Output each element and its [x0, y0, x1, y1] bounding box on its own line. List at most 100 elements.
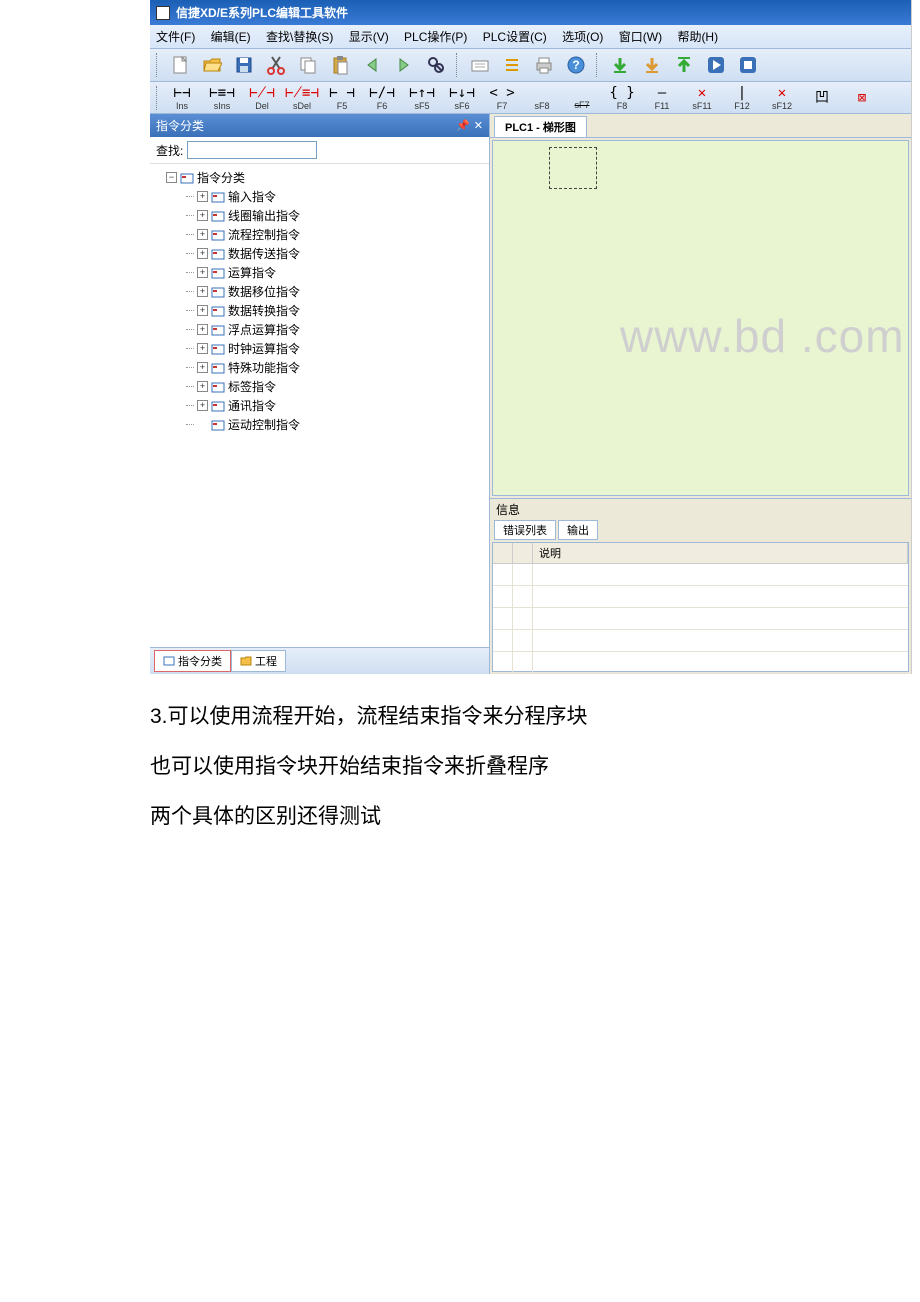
menu-help[interactable]: 帮助(H) — [677, 30, 718, 44]
run-button[interactable] — [704, 53, 728, 77]
upload-button[interactable] — [672, 53, 696, 77]
expander-icon[interactable]: + — [197, 324, 208, 335]
panel-title: 指令分类 — [156, 117, 204, 134]
tab-output[interactable]: 输出 — [558, 520, 598, 540]
ladder-tool-label: Ins — [176, 101, 188, 111]
tree-item-label: 通讯指令 — [228, 397, 276, 414]
expander-icon[interactable]: + — [197, 305, 208, 316]
ladder-tool-F7[interactable]: < >F7 — [484, 85, 520, 111]
new-button[interactable] — [168, 53, 192, 77]
ladder-tool-F8[interactable]: { }F8 — [604, 85, 640, 111]
menu-plcset[interactable]: PLC设置(C) — [483, 30, 547, 44]
search-row: 查找: — [150, 137, 489, 164]
tree-item[interactable]: + 数据移位指令 — [186, 282, 483, 301]
tree-item[interactable]: +时钟运算指令 — [186, 339, 483, 358]
keyboard-button[interactable] — [468, 53, 492, 77]
print-button[interactable] — [532, 53, 556, 77]
expander-icon[interactable]: + — [197, 381, 208, 392]
ladder-tool-sIns[interactable]: ⊢≡⊣sIns — [204, 85, 240, 111]
search-input[interactable] — [187, 141, 317, 159]
menu-option[interactable]: 选项(O) — [562, 30, 603, 44]
cut-button[interactable] — [264, 53, 288, 77]
ladder-tool-sF5[interactable]: ⊢↑⊣sF5 — [404, 85, 440, 111]
ladder-glyph-icon: ⊢ ⊣ — [329, 85, 354, 101]
toolbar-grip — [156, 53, 160, 77]
expander-icon[interactable]: + — [197, 191, 208, 202]
ladder-tool-sDel[interactable]: ⊬≡⊣sDel — [284, 85, 320, 111]
back-button[interactable] — [360, 53, 384, 77]
tree-item[interactable]: +特殊功能指令 — [186, 358, 483, 377]
tree-item[interactable]: +数据转换指令 — [186, 301, 483, 320]
tree-item[interactable]: +流程控制指令 — [186, 225, 483, 244]
doc-tab-row: PLC1 - 梯形图 — [490, 114, 911, 138]
forward-button[interactable] — [392, 53, 416, 77]
folder-icon — [211, 267, 225, 279]
tree-root-item[interactable]: − 指令分类 — [166, 168, 483, 187]
info-tabs: 错误列表 输出 — [490, 520, 911, 540]
download-button[interactable] — [608, 53, 632, 77]
menu-window[interactable]: 窗口(W) — [619, 30, 662, 44]
tree-item[interactable]: +线圈输出指令 — [186, 206, 483, 225]
find-button[interactable] — [424, 53, 448, 77]
save-button[interactable] — [232, 53, 256, 77]
expander-icon[interactable]: + — [197, 248, 208, 259]
expander-icon[interactable]: + — [197, 210, 208, 221]
folder-icon — [211, 419, 225, 431]
ladder-glyph-icon: ⊬⊣ — [249, 85, 274, 101]
expander-icon[interactable]: + — [197, 286, 208, 297]
ladder-tool-sF8[interactable]: sF8 — [524, 85, 560, 111]
stop-button[interactable] — [736, 53, 760, 77]
expander-icon[interactable]: + — [197, 343, 208, 354]
upload-down-button[interactable] — [640, 53, 664, 77]
ladder-tool-16[interactable]: 凹 — [804, 90, 840, 106]
ladder-tool-17[interactable]: ⊠ — [844, 90, 880, 106]
help-button[interactable]: ? — [564, 53, 588, 77]
ladder-tool-F6[interactable]: ⊢/⊣F6 — [364, 85, 400, 111]
menubar: 文件(F) 编辑(E) 查找\替换(S) 显示(V) PLC操作(P) PLC设… — [150, 25, 911, 49]
close-icon[interactable]: ✕ — [474, 119, 483, 132]
ladder-tool-label: F5 — [337, 101, 348, 111]
menu-file[interactable]: 文件(F) — [156, 30, 195, 44]
tree-item[interactable]: + 运算指令 — [186, 263, 483, 282]
ladder-tool-sF11[interactable]: ✕sF11 — [684, 85, 720, 111]
folder-icon — [211, 210, 225, 222]
paste-button[interactable] — [328, 53, 352, 77]
ladder-tool-F12[interactable]: |F12 — [724, 85, 760, 111]
tab-project[interactable]: 工程 — [231, 650, 286, 672]
list-button[interactable] — [500, 53, 524, 77]
ladder-tool-Del[interactable]: ⊬⊣Del — [244, 85, 280, 111]
tab-instruction-category[interactable]: 指令分类 — [154, 650, 231, 672]
titlebar: 信捷XD/E系列PLC编辑工具软件 — [150, 0, 911, 25]
ladder-tool-F11[interactable]: —F11 — [644, 85, 680, 111]
expander-icon[interactable]: + — [197, 400, 208, 411]
ladder-glyph-icon: 凹 — [815, 90, 829, 106]
tab-errors[interactable]: 错误列表 — [494, 520, 556, 540]
ladder-editor[interactable] — [492, 140, 909, 496]
ladder-tool-sF6[interactable]: ⊢↓⊣sF6 — [444, 85, 480, 111]
menu-plcop[interactable]: PLC操作(P) — [404, 30, 467, 44]
ladder-tool-F5[interactable]: ⊢ ⊣F5 — [324, 85, 360, 111]
expander-icon[interactable]: + — [197, 229, 208, 240]
expander-icon[interactable]: + — [197, 267, 208, 278]
ladder-tool-sF7[interactable]: sF7 — [564, 84, 600, 111]
tree-item[interactable]: +浮点运算指令 — [186, 320, 483, 339]
col-description: 说明 — [533, 543, 908, 563]
tree-item[interactable]: 运动控制指令 — [186, 415, 483, 434]
tree-item-label: 运算指令 — [228, 264, 276, 281]
ladder-tool-Ins[interactable]: ⊢⊣Ins — [164, 85, 200, 111]
open-button[interactable] — [200, 53, 224, 77]
copy-button[interactable] — [296, 53, 320, 77]
pin-icon[interactable]: 📌 — [456, 119, 470, 132]
tree-item[interactable]: + 通讯指令 — [186, 396, 483, 415]
tree-item[interactable]: +数据传送指令 — [186, 244, 483, 263]
tree-item[interactable]: +输入指令 — [186, 187, 483, 206]
ladder-tool-sF12[interactable]: ✕sF12 — [764, 85, 800, 111]
tree-item[interactable]: +标签指令 — [186, 377, 483, 396]
tree-item-label: 数据移位指令 — [228, 283, 300, 300]
menu-search[interactable]: 查找\替换(S) — [266, 30, 333, 44]
doc-tab[interactable]: PLC1 - 梯形图 — [494, 116, 587, 137]
menu-view[interactable]: 显示(V) — [349, 30, 389, 44]
expander-icon[interactable]: + — [197, 362, 208, 373]
expander-icon[interactable]: − — [166, 172, 177, 183]
menu-edit[interactable]: 编辑(E) — [211, 30, 251, 44]
